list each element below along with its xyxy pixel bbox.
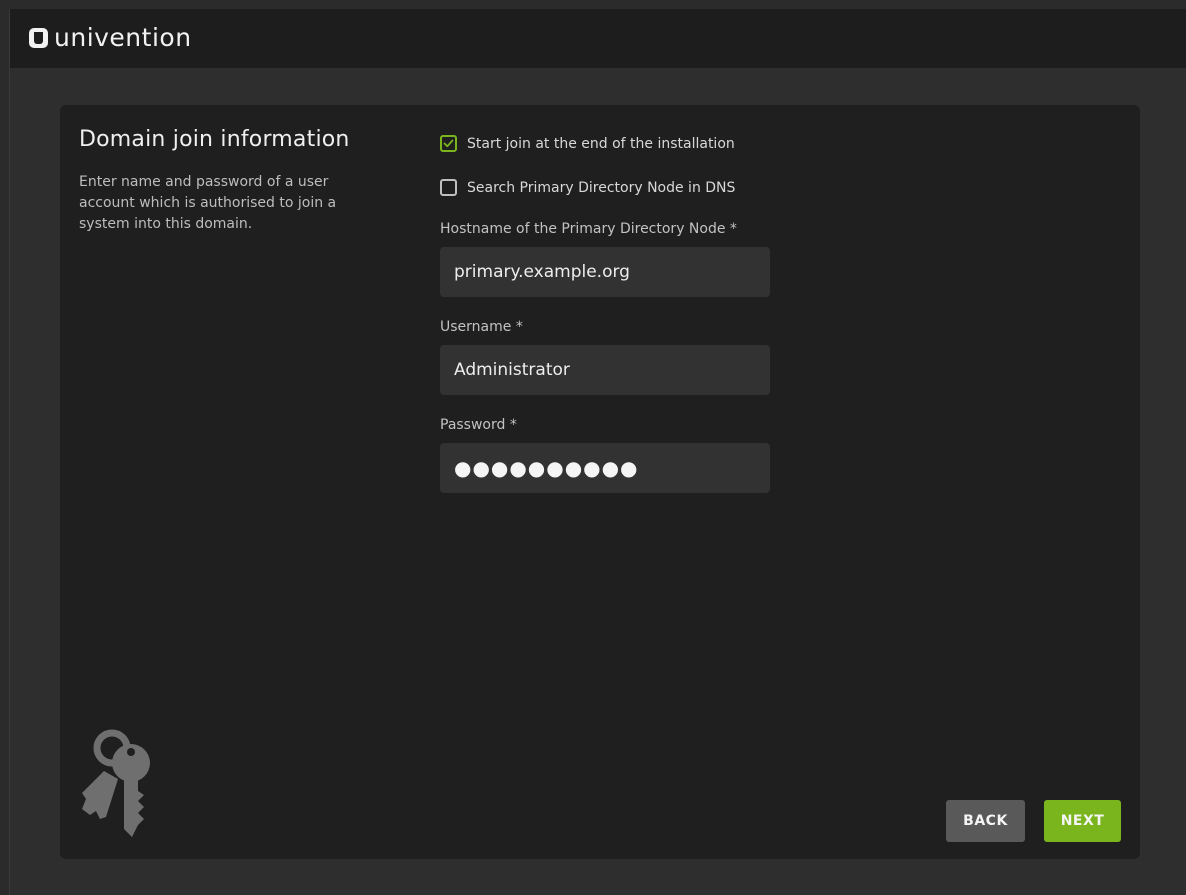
hostname-input[interactable]: primary.example.org — [440, 247, 770, 297]
page-intro: Domain join information Enter name and p… — [79, 127, 379, 235]
start-join-checkbox[interactable] — [440, 135, 457, 152]
top-bar: univention — [10, 9, 1186, 68]
search-dns-label: Search Primary Directory Node in DNS — [467, 179, 736, 196]
installer-window: univention Domain join information Enter… — [9, 9, 1186, 895]
start-join-checkbox-row[interactable]: Start join at the end of the installatio… — [440, 135, 735, 152]
start-join-label: Start join at the end of the installatio… — [467, 135, 735, 152]
password-input[interactable]: ●●●●●●●●●● — [440, 443, 770, 493]
keys-icon — [82, 729, 150, 837]
logo-text: univention — [54, 23, 192, 52]
univention-logo: univention — [29, 23, 192, 52]
username-label: Username * — [440, 319, 523, 335]
univention-logo-icon — [29, 28, 48, 48]
setup-panel: Domain join information Enter name and p… — [60, 105, 1140, 859]
username-input[interactable]: Administrator — [440, 345, 770, 395]
next-button[interactable]: NEXT — [1044, 800, 1121, 842]
password-value: ●●●●●●●●●● — [454, 456, 639, 480]
password-label: Password * — [440, 417, 517, 433]
search-dns-checkbox-row[interactable]: Search Primary Directory Node in DNS — [440, 179, 735, 196]
hostname-label: Hostname of the Primary Directory Node * — [440, 221, 737, 237]
page-title: Domain join information — [79, 127, 350, 152]
hostname-value: primary.example.org — [454, 262, 630, 282]
search-dns-checkbox[interactable] — [440, 179, 457, 196]
page-description: Enter name and password of a user accoun… — [79, 174, 337, 232]
checkmark-icon — [443, 139, 454, 148]
back-button[interactable]: BACK — [946, 800, 1025, 842]
username-value: Administrator — [454, 360, 570, 380]
